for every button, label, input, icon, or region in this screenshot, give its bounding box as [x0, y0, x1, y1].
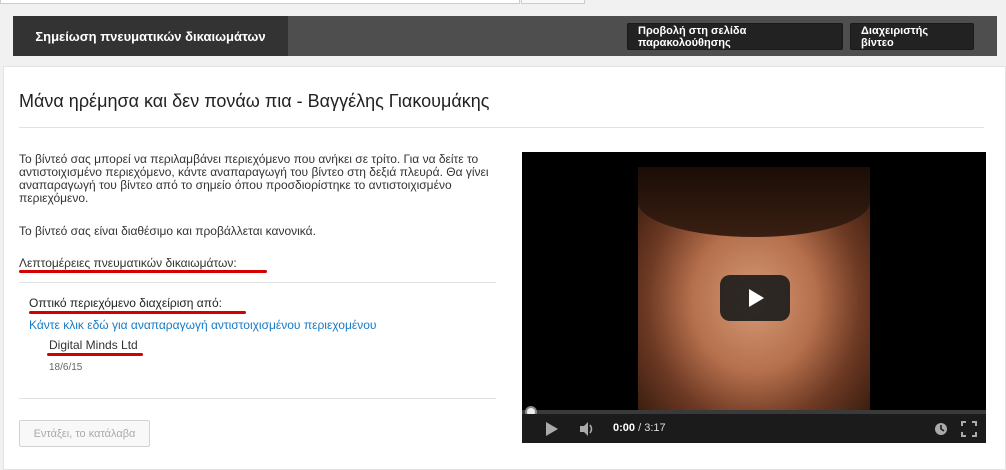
- player-controls: 0:00 / 3:17: [522, 414, 986, 443]
- time-display: 0:00 / 3:17: [613, 422, 666, 434]
- clock-icon[interactable]: [932, 420, 950, 438]
- acknowledge-button[interactable]: Εντάξει, το κατάλαβα: [19, 420, 150, 447]
- tab-copyright-notice[interactable]: Σημείωση πνευματικών δικαιωμάτων: [13, 16, 288, 56]
- description-text: Το βίντεό σας μπορεί να περιλαμβάνει περ…: [19, 152, 489, 205]
- copyright-details-label: Λεπτομέρειες πνευματικών δικαιωμάτων:: [19, 256, 237, 270]
- video-player[interactable]: 0:00 / 3:17: [522, 152, 986, 443]
- header-bar: Σημείωση πνευματικών δικαιωμάτων Προβολή…: [13, 16, 997, 56]
- divider: [19, 127, 984, 128]
- claim-owner: Digital Minds Ltd: [49, 338, 138, 352]
- big-play-button[interactable]: [720, 275, 790, 321]
- play-icon: [749, 289, 764, 307]
- current-time: 0:00: [613, 422, 636, 434]
- divider: [19, 398, 496, 399]
- highlight-underline: [19, 270, 267, 273]
- video-manager-button[interactable]: Διαχειριστής βίντεο: [850, 23, 974, 50]
- managed-by-label: Οπτικό περιεχόμενο διαχείριση από:: [29, 296, 223, 310]
- fullscreen-icon[interactable]: [960, 420, 978, 438]
- main-panel: Μάνα ηρέμησα και δεν πονάω πια - Βαγγέλη…: [3, 66, 1006, 470]
- search-input[interactable]: [0, 0, 520, 4]
- highlight-underline: [29, 311, 246, 314]
- duration: / 3:17: [638, 422, 666, 434]
- thumbnail-hair: [638, 167, 870, 237]
- watch-page-button[interactable]: Προβολή στη σελίδα παρακολούθησης: [627, 23, 843, 50]
- claim-date: 18/6/15: [49, 362, 83, 373]
- divider: [19, 282, 496, 283]
- volume-icon[interactable]: [578, 420, 596, 438]
- page-title: Μάνα ηρέμησα και δεν πονάω πια - Βαγγέλη…: [19, 91, 490, 111]
- play-matched-content-link[interactable]: Κάντε κλικ εδώ για αναπαραγωγή αντιστοιχ…: [29, 318, 376, 332]
- status-text: Το βίντεό σας είναι διαθέσιμο και προβάλ…: [19, 224, 316, 238]
- highlight-underline: [47, 353, 143, 356]
- search-button[interactable]: [521, 0, 585, 4]
- play-icon[interactable]: [542, 420, 560, 438]
